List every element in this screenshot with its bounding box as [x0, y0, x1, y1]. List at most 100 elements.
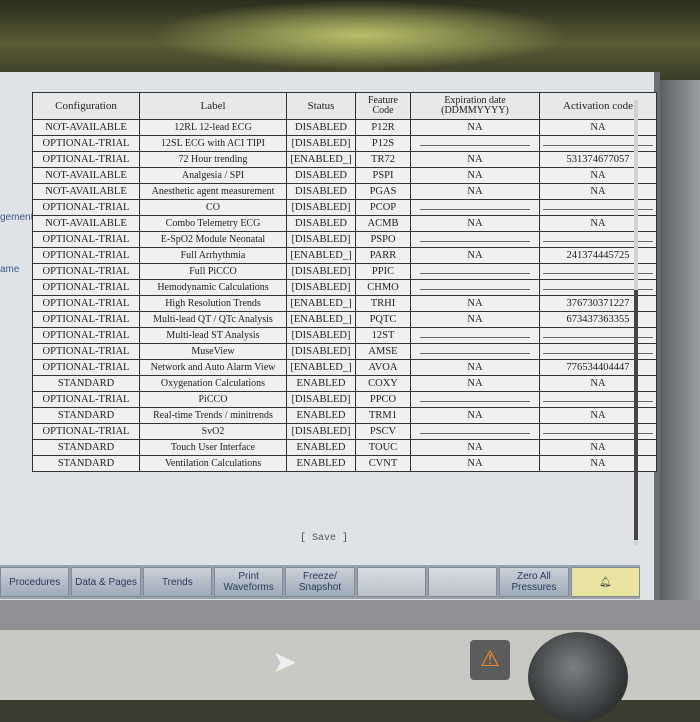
config-cell: OPTIONAL-TRIAL: [32, 135, 140, 152]
activation-code-cell[interactable]: NA: [539, 215, 657, 232]
activation-code-cell[interactable]: [539, 231, 657, 248]
expiration-date-cell[interactable]: NA: [410, 375, 540, 392]
table-row[interactable]: OPTIONAL-TRIAL SvO2 [DISABLED] PSCV: [32, 423, 657, 440]
table-row[interactable]: OPTIONAL-TRIAL High Resolution Trends [ENA…: [32, 295, 657, 312]
procedures-key[interactable]: Procedures: [0, 567, 70, 597]
trends-key[interactable]: Trends: [142, 567, 212, 597]
expiration-date-input[interactable]: [420, 283, 530, 290]
expiration-date-cell[interactable]: NA: [410, 151, 540, 168]
activation-code-cell[interactable]: [539, 263, 657, 280]
activation-code-cell[interactable]: [539, 343, 657, 360]
alarm-indicator-icon[interactable]: ⚠: [470, 640, 510, 680]
expiration-date-input[interactable]: [420, 395, 530, 402]
activation-code-cell[interactable]: [539, 391, 657, 408]
activation-code-cell[interactable]: NA: [539, 183, 657, 200]
expiration-date-cell[interactable]: NA: [410, 247, 540, 264]
expiration-date-cell[interactable]: NA: [410, 167, 540, 184]
expiration-date-cell[interactable]: NA: [410, 119, 540, 136]
activation-code-cell[interactable]: 241374445725: [539, 247, 657, 264]
table-row[interactable]: OPTIONAL-TRIAL Full PiCCO [DISABLED] PPIC: [32, 263, 657, 280]
table-row[interactable]: OPTIONAL-TRIAL CO [DISABLED] PCOP: [32, 199, 657, 216]
table-row[interactable]: STANDARD Oxygenation Calculations ENABLED C…: [32, 375, 657, 392]
config-cell: STANDARD: [32, 407, 140, 424]
side-menu-item-name[interactable]: ame: [0, 264, 19, 275]
zero-all-pressures-key[interactable]: Zero All Pressures: [499, 567, 569, 597]
scrollbar-thumb[interactable]: [634, 290, 638, 540]
label-cell: Ventilation Calculations: [139, 455, 287, 472]
activation-code-cell[interactable]: [539, 199, 657, 216]
table-row[interactable]: OPTIONAL-TRIAL Multi-lead ST Analysis [DIS…: [32, 327, 657, 344]
expiration-date-cell[interactable]: NA: [410, 183, 540, 200]
table-row[interactable]: OPTIONAL-TRIAL Hemodynamic Calculations [D…: [32, 279, 657, 296]
freeze-snapshot-key[interactable]: Freeze/ Snapshot: [285, 567, 355, 597]
activation-code-cell[interactable]: 673437363355: [539, 311, 657, 328]
table-row[interactable]: OPTIONAL-TRIAL 72 Hour trending [ENABLED_]…: [32, 151, 657, 168]
expiration-date-cell[interactable]: NA: [410, 455, 540, 472]
table-row[interactable]: NOT-AVAILABLE Analgesia / SPI DISABLED PSPI…: [32, 167, 657, 184]
table-row[interactable]: NOT-AVAILABLE Combo Telemetry ECG DISABLED…: [32, 215, 657, 232]
expiration-date-cell[interactable]: [410, 391, 540, 408]
expiration-date-input[interactable]: [420, 427, 530, 434]
expiration-date-cell[interactable]: [410, 423, 540, 440]
print-waveforms-key[interactable]: Print Waveforms: [213, 567, 284, 597]
expiration-date-cell[interactable]: [410, 231, 540, 248]
table-row[interactable]: OPTIONAL-TRIAL PiCCO [DISABLED] PPCO: [32, 391, 657, 408]
table-row[interactable]: OPTIONAL-TRIAL MuseView [DISABLED] AMSE: [32, 343, 657, 360]
expiration-date-input[interactable]: [420, 331, 530, 338]
activation-code-cell[interactable]: [539, 279, 657, 296]
expiration-date-cell[interactable]: NA: [410, 407, 540, 424]
expiration-date-cell[interactable]: NA: [410, 311, 540, 328]
expiration-date-input[interactable]: [420, 347, 530, 354]
expiration-date-cell[interactable]: NA: [410, 215, 540, 232]
activation-code-cell[interactable]: NA: [539, 119, 657, 136]
expiration-date-cell[interactable]: NA: [410, 359, 540, 376]
activation-code-cell[interactable]: NA: [539, 167, 657, 184]
table-row[interactable]: OPTIONAL-TRIAL Network and Auto Alarm Vie…: [32, 359, 657, 376]
activation-code-cell[interactable]: NA: [539, 407, 657, 424]
expiration-date-input[interactable]: [420, 139, 530, 146]
expiration-date-cell[interactable]: [410, 327, 540, 344]
status-cell: [ENABLED_]: [286, 311, 356, 328]
table-row[interactable]: OPTIONAL-TRIAL 12SL ECG with ACI TIPI [DIS…: [32, 135, 657, 152]
activation-code-cell[interactable]: 531374677057: [539, 151, 657, 168]
silence-alarm-key[interactable]: 🔔︎: [570, 567, 640, 597]
activation-code-cell[interactable]: NA: [539, 455, 657, 472]
expiration-date-cell[interactable]: [410, 263, 540, 280]
table-row[interactable]: STANDARD Touch User Interface ENABLED TOUC N…: [32, 439, 657, 456]
table-row[interactable]: OPTIONAL-TRIAL Full Arrhythmia [ENABLED_] P…: [32, 247, 657, 264]
config-cell: OPTIONAL-TRIAL: [32, 359, 140, 376]
activation-code-cell[interactable]: [539, 135, 657, 152]
expiration-date-cell[interactable]: [410, 343, 540, 360]
expiration-date-cell[interactable]: [410, 135, 540, 152]
data-pages-key[interactable]: Data & Pages: [71, 567, 141, 597]
save-button[interactable]: [ Save ]: [300, 533, 348, 544]
activation-code-cell[interactable]: [539, 327, 657, 344]
activation-code-cell[interactable]: NA: [539, 375, 657, 392]
label-cell: Real-time Trends / minitrends: [139, 407, 287, 424]
trim-knob[interactable]: [528, 632, 628, 722]
activation-code-cell[interactable]: 376730371227: [539, 295, 657, 312]
monitor-housing-top: [0, 600, 700, 630]
expiration-date-cell[interactable]: [410, 199, 540, 216]
table-row[interactable]: OPTIONAL-TRIAL E-SpO2 Module Neonatal [DIS…: [32, 231, 657, 248]
expiration-date-input[interactable]: [420, 267, 530, 274]
expiration-date-input[interactable]: [420, 203, 530, 210]
side-menu-item-management[interactable]: gement: [0, 212, 33, 223]
activation-code-cell[interactable]: [539, 423, 657, 440]
nibp-auto-key[interactable]: NIBP Auto: [427, 567, 498, 597]
activation-code-cell[interactable]: 776534404447: [539, 359, 657, 376]
expiration-date-cell[interactable]: NA: [410, 439, 540, 456]
table-row[interactable]: OPTIONAL-TRIAL Multi-lead QT / QTc Analys…: [32, 311, 657, 328]
expiration-date-cell[interactable]: NA: [410, 295, 540, 312]
table-row[interactable]: NOT-AVAILABLE Anesthetic agent measuremen…: [32, 183, 657, 200]
table-header-row: Configuration Label Status Feature Code …: [32, 92, 657, 120]
config-cell: OPTIONAL-TRIAL: [32, 247, 140, 264]
expiration-date-cell[interactable]: [410, 279, 540, 296]
status-cell: [DISABLED]: [286, 263, 356, 280]
activation-code-cell[interactable]: NA: [539, 439, 657, 456]
table-row[interactable]: NOT-AVAILABLE 12RL 12-lead ECG DISABLED P12…: [32, 119, 657, 136]
table-row[interactable]: STANDARD Real-time Trends / minitrends ENA…: [32, 407, 657, 424]
table-row[interactable]: STANDARD Ventilation Calculations ENABLED C…: [32, 455, 657, 472]
expiration-date-input[interactable]: [420, 235, 530, 242]
nibp-start-key[interactable]: NIBP Start: [356, 567, 426, 597]
